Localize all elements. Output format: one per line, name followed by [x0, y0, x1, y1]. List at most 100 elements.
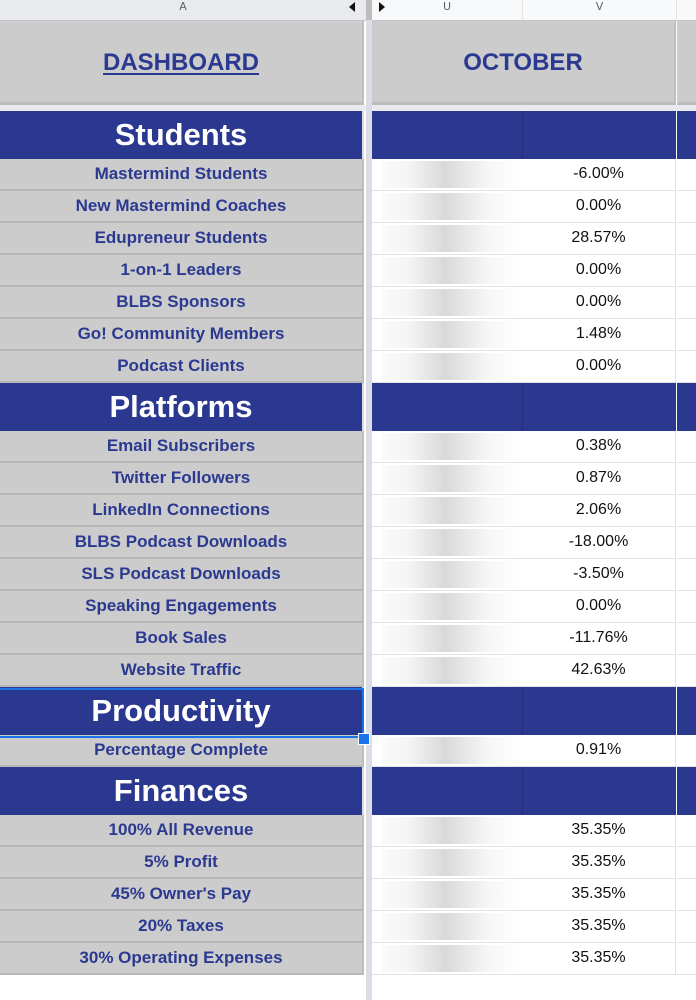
redacted-value-cell[interactable] [372, 591, 522, 623]
empty-cell[interactable] [677, 847, 696, 879]
redacted-value-cell[interactable] [372, 735, 522, 767]
metric-label-cell[interactable]: 45% Owner's Pay [0, 879, 364, 911]
metric-label-cell[interactable]: Website Traffic [0, 655, 364, 687]
change-percent-cell[interactable]: -3.50% [522, 559, 676, 591]
empty-cell[interactable] [677, 655, 696, 687]
section-cell-next[interactable] [677, 687, 696, 735]
empty-cell[interactable] [677, 223, 696, 255]
selection-fill-handle[interactable] [358, 733, 370, 745]
dashboard-link[interactable]: DASHBOARD [103, 49, 259, 76]
empty-cell[interactable] [677, 591, 696, 623]
empty-cell[interactable] [677, 319, 696, 351]
metric-label-cell[interactable]: 1-on-1 Leaders [0, 255, 364, 287]
section-cell-next[interactable] [677, 111, 696, 159]
empty-cell[interactable] [677, 495, 696, 527]
change-percent-cell[interactable]: 0.87% [522, 463, 676, 495]
metric-label-cell[interactable]: Edupreneur Students [0, 223, 364, 255]
empty-cell[interactable] [677, 623, 696, 655]
section-cell-u[interactable] [372, 767, 522, 815]
metric-label-cell[interactable]: 30% Operating Expenses [0, 943, 364, 975]
empty-cell[interactable] [677, 287, 696, 319]
title-cell-next[interactable] [677, 21, 696, 105]
change-percent-cell[interactable]: 0.91% [522, 735, 676, 767]
metric-label-cell[interactable]: Mastermind Students [0, 159, 364, 191]
metric-label-cell[interactable]: 20% Taxes [0, 911, 364, 943]
change-percent-cell[interactable]: -11.76% [522, 623, 676, 655]
change-percent-cell[interactable]: 0.00% [522, 351, 676, 383]
change-percent-cell[interactable]: 35.35% [522, 943, 676, 975]
change-percent-cell[interactable]: 35.35% [522, 815, 676, 847]
empty-cell[interactable] [677, 943, 696, 975]
redacted-value-cell[interactable] [372, 319, 522, 351]
section-cell-next[interactable] [677, 767, 696, 815]
change-percent-cell[interactable]: 0.38% [522, 431, 676, 463]
section-title-cell[interactable]: Platforms [0, 383, 364, 431]
redacted-value-cell[interactable] [372, 159, 522, 191]
redacted-value-cell[interactable] [372, 911, 522, 943]
scroll-right-icon[interactable] [379, 2, 385, 12]
metric-label-cell[interactable]: 100% All Revenue [0, 815, 364, 847]
section-cell-v[interactable] [522, 383, 676, 431]
section-cell-next[interactable] [677, 383, 696, 431]
column-header-next[interactable] [677, 0, 696, 21]
section-cell-v[interactable] [522, 111, 676, 159]
empty-cell[interactable] [677, 879, 696, 911]
section-cell-v[interactable] [522, 767, 676, 815]
redacted-value-cell[interactable] [372, 943, 522, 975]
section-cell-u[interactable] [372, 383, 522, 431]
empty-cell[interactable] [677, 559, 696, 591]
redacted-value-cell[interactable] [372, 431, 522, 463]
change-percent-cell[interactable]: -18.00% [522, 527, 676, 559]
column-header-u[interactable]: U [372, 0, 523, 21]
section-cell-v[interactable] [522, 687, 676, 735]
metric-label-cell[interactable]: 5% Profit [0, 847, 364, 879]
section-title-cell[interactable]: Students [0, 111, 364, 159]
change-percent-cell[interactable]: 35.35% [522, 847, 676, 879]
redacted-value-cell[interactable] [372, 879, 522, 911]
empty-cell[interactable] [677, 735, 696, 767]
change-percent-cell[interactable]: 35.35% [522, 911, 676, 943]
redacted-value-cell[interactable] [372, 559, 522, 591]
dashboard-cell[interactable]: DASHBOARD [0, 21, 364, 105]
column-header-a[interactable]: A [0, 0, 366, 21]
section-title-cell[interactable]: Productivity [0, 687, 364, 735]
redacted-value-cell[interactable] [372, 847, 522, 879]
metric-label-cell[interactable]: Percentage Complete [0, 735, 364, 767]
metric-label-cell[interactable]: Speaking Engagements [0, 591, 364, 623]
metric-label-cell[interactable]: New Mastermind Coaches [0, 191, 364, 223]
empty-cell[interactable] [677, 255, 696, 287]
metric-label-cell[interactable]: BLBS Podcast Downloads [0, 527, 364, 559]
empty-cell[interactable] [677, 351, 696, 383]
empty-cell[interactable] [677, 911, 696, 943]
empty-cell[interactable] [677, 159, 696, 191]
section-cell-u[interactable] [372, 111, 522, 159]
redacted-value-cell[interactable] [372, 287, 522, 319]
change-percent-cell[interactable]: 2.06% [522, 495, 676, 527]
change-percent-cell[interactable]: 0.00% [522, 591, 676, 623]
month-cell[interactable]: OCTOBER [372, 21, 676, 105]
empty-cell[interactable] [677, 431, 696, 463]
redacted-value-cell[interactable] [372, 495, 522, 527]
frozen-column-divider[interactable] [366, 0, 372, 1000]
column-header-v[interactable]: V [523, 0, 677, 21]
redacted-value-cell[interactable] [372, 191, 522, 223]
redacted-value-cell[interactable] [372, 351, 522, 383]
redacted-value-cell[interactable] [372, 623, 522, 655]
empty-cell[interactable] [677, 463, 696, 495]
section-cell-u[interactable] [372, 687, 522, 735]
change-percent-cell[interactable]: 0.00% [522, 287, 676, 319]
metric-label-cell[interactable]: Email Subscribers [0, 431, 364, 463]
redacted-value-cell[interactable] [372, 463, 522, 495]
change-percent-cell[interactable]: -6.00% [522, 159, 676, 191]
redacted-value-cell[interactable] [372, 255, 522, 287]
metric-label-cell[interactable]: Podcast Clients [0, 351, 364, 383]
redacted-value-cell[interactable] [372, 223, 522, 255]
metric-label-cell[interactable]: SLS Podcast Downloads [0, 559, 364, 591]
change-percent-cell[interactable]: 42.63% [522, 655, 676, 687]
empty-cell[interactable] [677, 527, 696, 559]
redacted-value-cell[interactable] [372, 527, 522, 559]
change-percent-cell[interactable]: 28.57% [522, 223, 676, 255]
scroll-left-icon[interactable] [349, 2, 355, 12]
metric-label-cell[interactable]: BLBS Sponsors [0, 287, 364, 319]
metric-label-cell[interactable]: Twitter Followers [0, 463, 364, 495]
